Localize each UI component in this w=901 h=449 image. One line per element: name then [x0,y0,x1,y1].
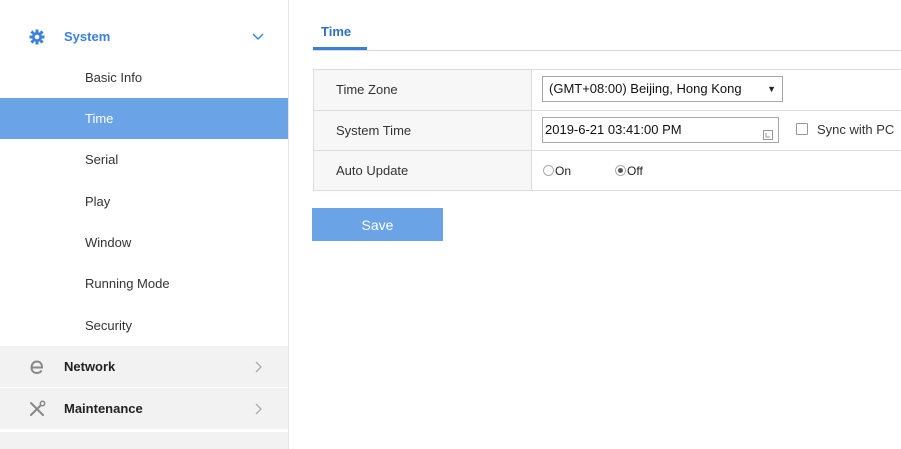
time-settings-form: Time Zone (GMT+08:00) Beijing, Hong Kong… [313,69,901,191]
timezone-select-value: (GMT+08:00) Beijing, Hong Kong [549,81,742,96]
sidebar-item-security[interactable]: Security [0,305,288,346]
save-button[interactable]: Save [312,208,443,241]
timezone-row: Time Zone (GMT+08:00) Beijing, Hong Kong… [314,70,901,110]
sidebar-item-time[interactable]: Time [0,98,288,139]
system-time-label: System Time [336,123,412,138]
tools-icon [28,400,46,418]
auto-update-label: Auto Update [336,163,409,178]
sidebar-item-basic-info[interactable]: Basic Info [0,57,288,98]
browser-e-icon [28,358,46,376]
sidebar-group-network-label: Network [64,359,116,374]
sync-with-pc-label: Sync with PC [817,122,895,137]
timezone-select[interactable]: (GMT+08:00) Beijing, Hong Kong ▼ [542,76,783,102]
auto-update-on-label: On [555,164,572,178]
system-time-value: 2019-6-21 03:41:00 PM [545,122,682,137]
auto-update-off-label: Off [627,164,643,178]
calendar-icon[interactable] [763,124,773,140]
system-time-label-cell: System Time [314,111,532,150]
sidebar: System Basic Info Time Serial Play Windo… [0,0,289,449]
auto-update-label-cell: Auto Update [314,151,532,190]
auto-update-row: Auto Update On Off [314,150,901,190]
sidebar-footer [0,432,288,449]
sidebar-item-running-mode[interactable]: Running Mode [0,263,288,304]
tab-bar: Time [313,0,901,51]
system-time-input[interactable]: 2019-6-21 03:41:00 PM [542,117,779,143]
system-time-row: System Time 2019-6-21 03:41:00 PM Sync w… [314,110,901,150]
sidebar-group-system-label: System [64,29,111,44]
chevron-down-icon [251,30,265,44]
sidebar-group-maintenance-label: Maintenance [64,401,143,416]
sidebar-group-network[interactable]: Network [0,346,288,387]
timezone-label: Time Zone [336,82,398,97]
sidebar-group-maintenance[interactable]: Maintenance [0,388,288,429]
tab-time[interactable]: Time [321,24,351,39]
sidebar-item-play[interactable]: Play [0,181,288,222]
auto-update-off-radio[interactable] [615,165,626,176]
sync-with-pc-checkbox[interactable] [796,123,808,135]
sidebar-item-serial[interactable]: Serial [0,139,288,180]
chevron-right-icon [251,360,265,374]
chevron-right-icon [251,402,265,416]
tab-active-indicator [313,47,367,50]
auto-update-on-radio[interactable] [543,165,554,176]
sidebar-group-system[interactable]: System [0,16,288,57]
sidebar-item-window[interactable]: Window [0,222,288,263]
timezone-label-cell: Time Zone [314,70,532,110]
dropdown-arrow-icon: ▼ [767,84,776,94]
gear-icon [28,28,46,46]
